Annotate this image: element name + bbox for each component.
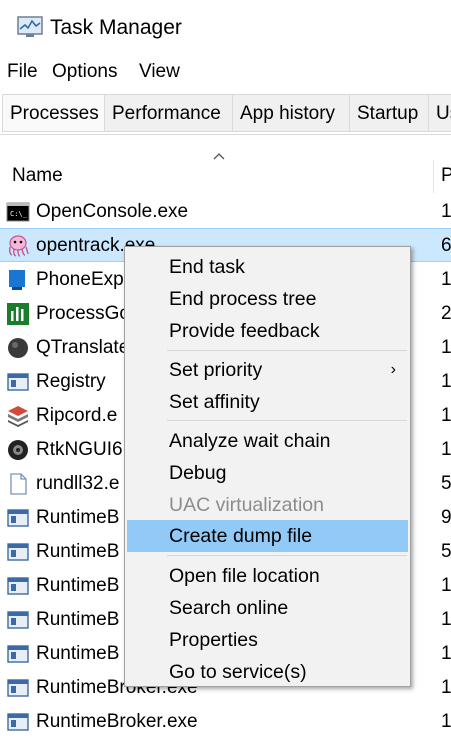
file-icon (10, 473, 27, 495)
process-value: 1 (441, 677, 451, 698)
process-value: 5 (441, 473, 451, 494)
process-name: Registry (36, 371, 106, 392)
tab-strip: Processes Performance App history Startu… (0, 94, 451, 134)
process-name: ProcessGo (36, 303, 130, 324)
process-value: 1 (441, 337, 451, 358)
process-name: RuntimeB (36, 609, 120, 630)
column-header: Name P (0, 160, 451, 193)
window-title: Task Manager (50, 16, 182, 39)
window-icon (7, 611, 29, 629)
process-value: 1 (441, 269, 451, 290)
menu-set-priority[interactable]: Set priority › (127, 354, 408, 386)
process-name: RuntimeB (36, 643, 120, 664)
menu-create-dump-file[interactable]: Create dump file (127, 520, 408, 552)
menu-separator (167, 555, 407, 556)
process-value: 1 (441, 575, 451, 596)
process-name: QTranslate (36, 337, 130, 358)
menu-set-affinity[interactable]: Set affinity (127, 386, 408, 418)
phone-icon (9, 270, 25, 290)
tab-app-history[interactable]: App history (232, 94, 350, 132)
process-value: 5 (441, 541, 451, 562)
window-icon (7, 543, 29, 561)
process-value: 1 (441, 405, 451, 426)
menu-end-process-tree[interactable]: End process tree (127, 283, 408, 315)
window-icon (7, 645, 29, 663)
menu-options[interactable]: Options (52, 61, 117, 83)
svg-text:C:\_: C:\_ (10, 210, 28, 218)
menu-set-priority-label: Set priority (169, 359, 263, 381)
process-name: RtkNGUI6 (36, 439, 123, 460)
process-value: 9 (441, 507, 451, 528)
process-name: Ripcord.e (36, 405, 118, 426)
process-name: RuntimeB (36, 575, 120, 596)
menu-open-file-location[interactable]: Open file location (127, 560, 408, 592)
tab-divider (0, 134, 451, 135)
menu-analyze-wait-chain[interactable]: Analyze wait chain (127, 425, 408, 457)
window-icon (7, 679, 29, 697)
process-name: OpenConsole.exe (36, 201, 189, 222)
menu-go-to-services[interactable]: Go to service(s) (127, 656, 408, 688)
context-menu: End task End process tree Provide feedba… (124, 246, 411, 687)
menu-file[interactable]: File (7, 61, 38, 83)
window-icon (7, 373, 29, 391)
column-divider[interactable] (433, 160, 434, 193)
tab-users[interactable]: Us (428, 94, 451, 132)
menu-debug[interactable]: Debug (127, 457, 408, 489)
process-value: 1 (441, 201, 451, 222)
process-name: RuntimeB (36, 541, 120, 562)
window-icon (7, 577, 29, 595)
dark-circle-icon (8, 338, 28, 358)
menu-uac-virtualization: UAC virtualization (169, 494, 324, 516)
process-value: 1 (441, 371, 451, 392)
window-icon (7, 509, 29, 527)
window-icon (7, 713, 29, 731)
process-value: 2 (441, 303, 451, 324)
menu-view[interactable]: View (139, 61, 180, 83)
table-row[interactable]: C:\_ OpenConsole.exe 1 (0, 195, 451, 229)
process-value: 6 (441, 235, 451, 256)
tab-processes[interactable]: Processes (2, 94, 105, 132)
bars-icon (7, 303, 29, 325)
octopus-icon (9, 235, 29, 257)
title-bar: Task Manager (0, 0, 451, 58)
menu-end-task[interactable]: End task (127, 251, 408, 283)
column-name-header[interactable]: Name (12, 165, 63, 187)
tab-performance[interactable]: Performance (104, 94, 233, 132)
process-value: 1 (441, 439, 451, 460)
menu-separator (167, 420, 407, 421)
process-value: 1 (441, 643, 451, 664)
menu-separator (167, 350, 407, 351)
process-name: RuntimeBroker.exe (36, 711, 198, 732)
process-name: rundll32.e (36, 473, 120, 494)
process-name: PhoneExp (36, 269, 124, 290)
menu-provide-feedback[interactable]: Provide feedback (127, 315, 408, 347)
console-icon: C:\_ (6, 202, 30, 222)
menu-bar: File Options View (0, 58, 451, 88)
speaker-icon (8, 440, 28, 460)
stack-icon (8, 406, 28, 427)
menu-properties[interactable]: Properties (127, 624, 408, 656)
tab-startup[interactable]: Startup (349, 94, 429, 132)
process-name: RuntimeB (36, 507, 120, 528)
table-row[interactable]: RuntimeBroker.exe 1 (0, 705, 451, 739)
process-value: 1 (441, 711, 451, 732)
chevron-right-icon: › (390, 361, 396, 378)
column-p-header[interactable]: P (441, 165, 451, 187)
menu-search-online[interactable]: Search online (127, 592, 408, 624)
process-value: 1 (441, 609, 451, 630)
task-manager-icon (17, 16, 43, 37)
